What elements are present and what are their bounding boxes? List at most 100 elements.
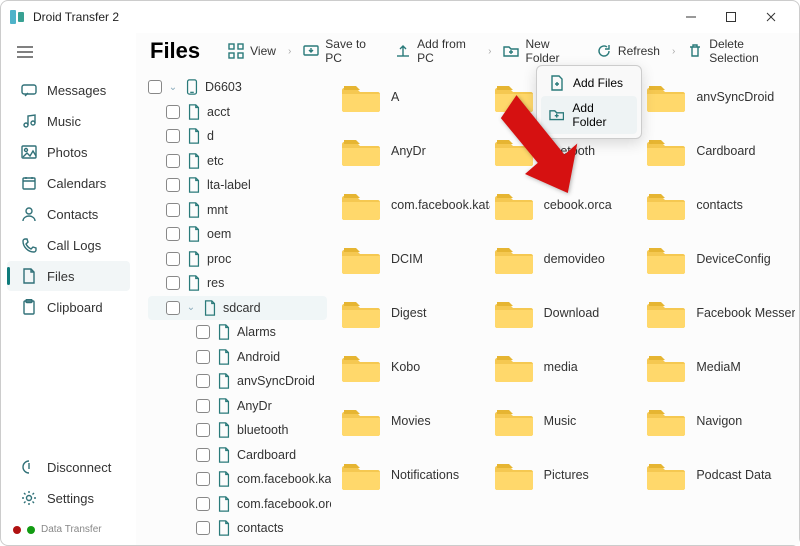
sidebar: MessagesMusicPhotosCalendarsContactsCall…	[1, 33, 136, 545]
tree-item-res[interactable]: res	[148, 271, 327, 296]
checkbox[interactable]	[196, 423, 210, 437]
tree-item-lta-label[interactable]: lta-label	[148, 173, 327, 198]
sidebar-item-photos[interactable]: Photos	[7, 137, 130, 167]
tree-item-label: oem	[207, 227, 231, 241]
folder-item[interactable]: com.facebook.katana	[341, 183, 490, 227]
minimize-button[interactable]	[671, 3, 711, 31]
folder-item[interactable]: Kobo	[341, 345, 490, 389]
folder-item[interactable]: media	[494, 345, 643, 389]
checkbox[interactable]	[196, 350, 210, 364]
tree-item-AnyDr[interactable]: AnyDr	[148, 394, 327, 419]
checkbox[interactable]	[166, 105, 180, 119]
view-button[interactable]: View	[222, 39, 282, 63]
tree-item-label: res	[207, 276, 224, 290]
checkbox[interactable]	[166, 129, 180, 143]
file-icon	[216, 422, 231, 439]
tree-item-com-facebook-kat[interactable]: com.facebook.kat	[148, 467, 327, 492]
checkbox[interactable]	[166, 203, 180, 217]
refresh-button[interactable]: Refresh	[590, 39, 666, 63]
tree-item-mnt[interactable]: mnt	[148, 198, 327, 223]
folder-item[interactable]: DCIM	[341, 237, 490, 281]
folder-item[interactable]: Cardboard	[646, 129, 795, 173]
checkbox[interactable]	[166, 301, 180, 315]
folder-item[interactable]: contacts	[646, 183, 795, 227]
message-icon	[21, 82, 37, 98]
folder-item[interactable]: DeviceConfig	[646, 237, 795, 281]
tree-item-sdcard[interactable]: ⌄sdcard	[148, 296, 327, 321]
file-icon	[186, 128, 201, 145]
tree-item-Android[interactable]: Android	[148, 345, 327, 370]
folder-item[interactable]: anvSyncDroid	[646, 75, 795, 119]
folder-item[interactable]: Digest	[341, 291, 490, 335]
folder-item[interactable]: MediaM	[646, 345, 795, 389]
tree-item-d[interactable]: d	[148, 124, 327, 149]
folder-icon	[646, 134, 686, 168]
folder-item[interactable]: A	[341, 75, 490, 119]
tree-item-contacts[interactable]: contacts	[148, 516, 327, 541]
file-icon	[186, 250, 201, 267]
sidebar-item-call-logs[interactable]: Call Logs	[7, 230, 130, 260]
folder-label: AnyDr	[391, 144, 426, 158]
sidebar-item-settings[interactable]: Settings	[7, 483, 130, 513]
checkbox[interactable]	[196, 325, 210, 339]
sidebar-item-files[interactable]: Files	[7, 261, 130, 291]
folder-item[interactable]: demovideo	[494, 237, 643, 281]
folder-item[interactable]: Download	[494, 291, 643, 335]
caret-icon[interactable]: ⌄	[168, 82, 178, 93]
tree-item-oem[interactable]: oem	[148, 222, 327, 247]
folder-item[interactable]: Notifications	[341, 453, 490, 497]
sidebar-item-contacts[interactable]: Contacts	[7, 199, 130, 229]
tree-item-com-facebook-orc[interactable]: com.facebook.orc	[148, 492, 327, 517]
checkbox[interactable]	[166, 227, 180, 241]
folder-item[interactable]: Pictures	[494, 453, 643, 497]
grid-icon	[228, 43, 244, 59]
sidebar-item-calendars[interactable]: Calendars	[7, 168, 130, 198]
checkbox[interactable]	[196, 448, 210, 462]
checkbox[interactable]	[166, 252, 180, 266]
folder-item[interactable]: Music	[494, 399, 643, 443]
folder-item[interactable]: Navigon	[646, 399, 795, 443]
tree-item-D6603[interactable]: ⌄D6603	[148, 75, 327, 100]
save-to-pc-button[interactable]: Save to PC	[297, 33, 383, 69]
checkbox[interactable]	[196, 521, 210, 535]
close-button[interactable]	[751, 3, 791, 31]
file-icon	[216, 471, 231, 488]
checkbox[interactable]	[166, 154, 180, 168]
folder-icon	[341, 242, 381, 276]
folder-item[interactable]: Movies	[341, 399, 490, 443]
checkbox[interactable]	[166, 276, 180, 290]
hamburger-icon[interactable]	[17, 45, 136, 64]
tree-item-Alarms[interactable]: Alarms	[148, 320, 327, 345]
checkbox[interactable]	[148, 80, 162, 94]
checkbox[interactable]	[196, 472, 210, 486]
checkbox[interactable]	[166, 178, 180, 192]
sidebar-item-disconnect[interactable]: Disconnect	[7, 452, 130, 482]
sidebar-item-music[interactable]: Music	[7, 106, 130, 136]
clipboard-icon	[21, 299, 37, 315]
tree-item-bluetooth[interactable]: bluetooth	[148, 418, 327, 443]
tree-item-label: anvSyncDroid	[237, 374, 315, 388]
file-icon	[216, 397, 231, 414]
disconnect-icon	[21, 459, 37, 475]
tree-item-label: bluetooth	[237, 423, 288, 437]
status-text: Data Transfer	[41, 524, 102, 535]
folder-item[interactable]: Podcast Data	[646, 453, 795, 497]
tree-item-acct[interactable]: acct	[148, 100, 327, 125]
folder-icon	[646, 242, 686, 276]
checkbox[interactable]	[196, 497, 210, 511]
folder-item[interactable]: Facebook Messer	[646, 291, 795, 335]
folder-item[interactable]: AnyDr	[341, 129, 490, 173]
sidebar-item-clipboard[interactable]: Clipboard	[7, 292, 130, 322]
delete-selection-button[interactable]: Delete Selection	[681, 33, 791, 69]
checkbox[interactable]	[196, 374, 210, 388]
tree-item-anvSyncDroid[interactable]: anvSyncDroid	[148, 369, 327, 394]
tree-item-etc[interactable]: etc	[148, 149, 327, 174]
caret-icon[interactable]: ⌄	[186, 302, 196, 313]
maximize-button[interactable]	[711, 3, 751, 31]
checkbox[interactable]	[196, 399, 210, 413]
tree-item-Cardboard[interactable]: Cardboard	[148, 443, 327, 468]
add-from-pc-button[interactable]: Add from PC	[389, 33, 482, 69]
new-folder-button[interactable]: New Folder	[497, 33, 583, 69]
tree-item-proc[interactable]: proc	[148, 247, 327, 272]
sidebar-item-messages[interactable]: Messages	[7, 75, 130, 105]
